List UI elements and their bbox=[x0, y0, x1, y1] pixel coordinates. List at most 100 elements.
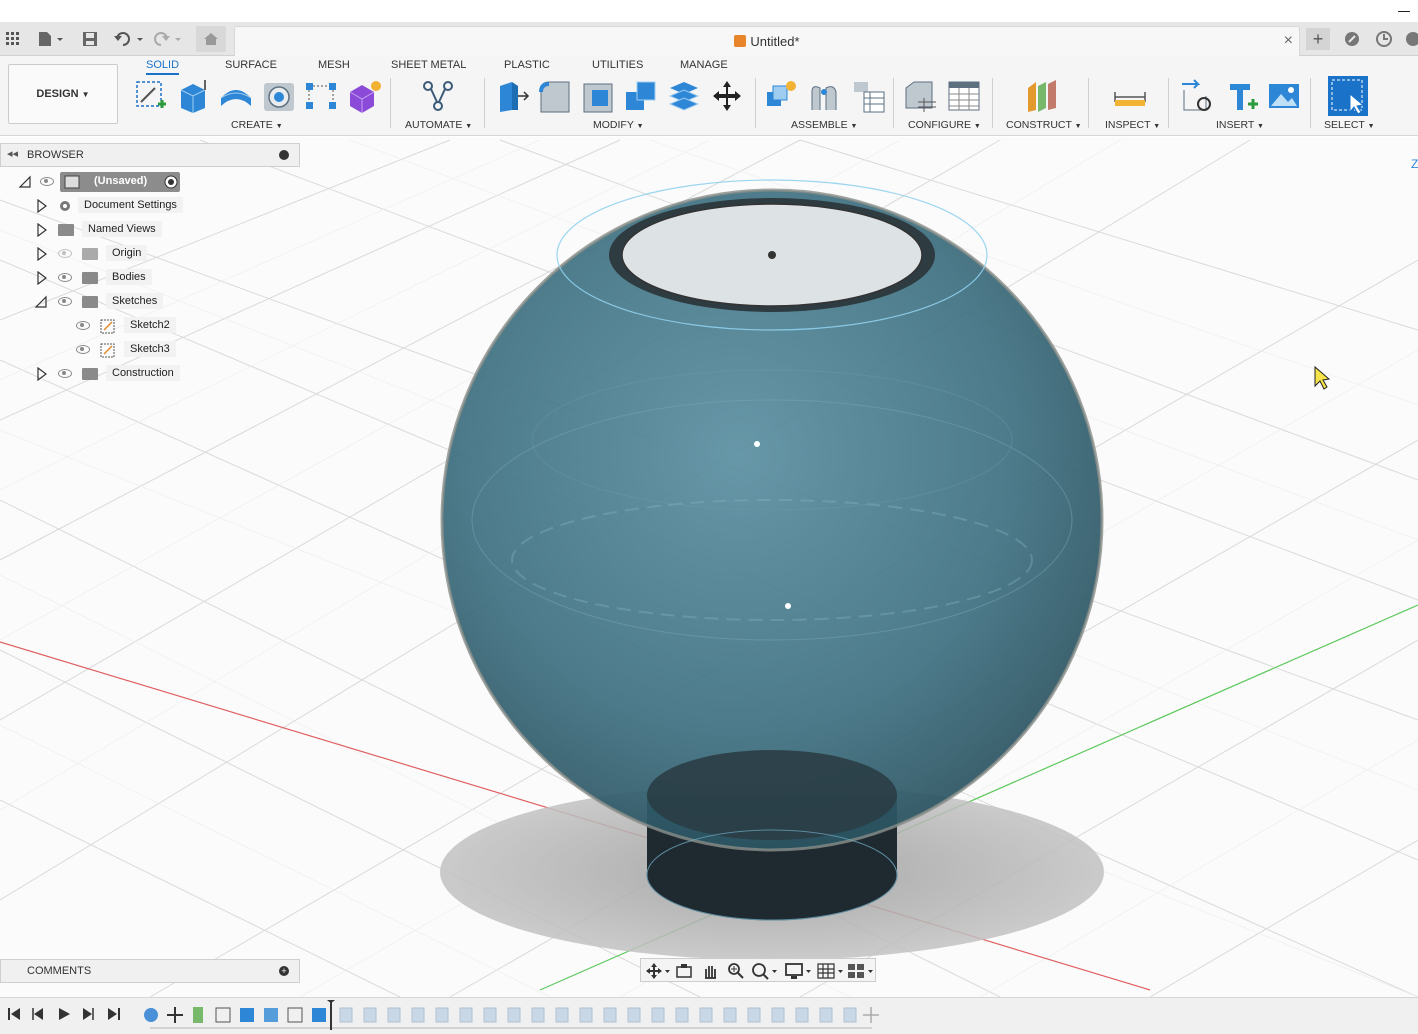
play-icon[interactable] bbox=[56, 1006, 72, 1022]
measure-icon[interactable] bbox=[1112, 78, 1148, 114]
activate-radio-icon[interactable] bbox=[164, 175, 178, 189]
browser-item-sketches[interactable]: Sketches bbox=[34, 292, 184, 312]
inspect-group-label[interactable]: INSPECT ▼ bbox=[1105, 119, 1160, 131]
notifications-icon[interactable] bbox=[1404, 28, 1418, 50]
comments-panel-header[interactable]: COMMENTS + bbox=[0, 959, 300, 983]
base-top-face[interactable] bbox=[647, 750, 897, 840]
document-tab[interactable]: Untitled* × bbox=[234, 26, 1300, 56]
assemble-group-label[interactable]: ASSEMBLE ▼ bbox=[791, 119, 857, 131]
timeline-move-feature[interactable] bbox=[167, 1007, 183, 1023]
timeline-extrude-feature[interactable] bbox=[312, 1008, 326, 1022]
modify-group-label[interactable]: MODIFY ▼ bbox=[593, 119, 644, 131]
timeline-suppressed-features[interactable] bbox=[339, 1007, 857, 1023]
orbit-icon[interactable] bbox=[645, 962, 671, 980]
tab-sheet-metal[interactable]: SHEET METAL bbox=[391, 57, 466, 75]
insert-canvas-icon[interactable] bbox=[1266, 78, 1302, 114]
center-point[interactable] bbox=[768, 251, 776, 259]
browser-item-bodies[interactable]: Bodies bbox=[36, 268, 186, 288]
new-component-icon[interactable] bbox=[763, 78, 799, 114]
last-icon[interactable] bbox=[106, 1006, 122, 1022]
file-menu-button[interactable] bbox=[36, 28, 66, 50]
pattern-icon[interactable] bbox=[303, 78, 339, 114]
configuration-rules-icon[interactable] bbox=[946, 78, 982, 114]
expand-arrow-icon[interactable] bbox=[36, 247, 48, 261]
redo-icon[interactable] bbox=[150, 28, 184, 50]
tab-manage[interactable]: MANAGE bbox=[680, 57, 728, 75]
bill-of-materials-icon[interactable] bbox=[850, 78, 886, 114]
previous-icon[interactable] bbox=[30, 1006, 46, 1022]
browser-item-construction[interactable]: Construction bbox=[36, 364, 186, 384]
create-form-icon[interactable] bbox=[346, 78, 382, 114]
expand-triangle-icon[interactable] bbox=[34, 295, 48, 309]
tab-plastic[interactable]: PLASTIC bbox=[504, 57, 550, 75]
add-comment-icon[interactable]: + bbox=[279, 966, 289, 976]
create-sketch-icon[interactable] bbox=[133, 78, 169, 114]
viewcube-icon[interactable]: Z bbox=[1411, 157, 1418, 171]
hole-icon[interactable] bbox=[261, 78, 297, 114]
timeline-marker[interactable] bbox=[326, 1000, 336, 1030]
expand-triangle-icon[interactable] bbox=[18, 175, 32, 189]
visibility-eye-icon[interactable] bbox=[58, 297, 72, 306]
tab-utilities[interactable]: UTILITIES bbox=[592, 57, 643, 75]
home-icon[interactable] bbox=[196, 26, 226, 52]
browser-root-item[interactable]: (Unsaved) bbox=[18, 172, 180, 192]
browser-item-sketch2[interactable]: Sketch2 bbox=[76, 316, 186, 336]
visibility-eye-icon[interactable] bbox=[40, 177, 54, 186]
tab-surface[interactable]: SURFACE bbox=[225, 57, 277, 75]
visibility-eye-icon[interactable] bbox=[76, 321, 90, 330]
visibility-eye-icon[interactable] bbox=[76, 345, 90, 354]
hidden-eye-icon[interactable] bbox=[58, 249, 72, 258]
visibility-eye-icon[interactable] bbox=[58, 369, 72, 378]
joint-icon[interactable] bbox=[806, 78, 842, 114]
tab-solid[interactable]: SOLID bbox=[146, 57, 180, 75]
browser-item-named-views[interactable]: Named Views bbox=[36, 220, 186, 240]
workspace-switcher-button[interactable]: DESIGN ▼ bbox=[8, 64, 118, 124]
viewport-scene[interactable]: Z bbox=[0, 137, 1418, 997]
pan-icon[interactable] bbox=[701, 962, 719, 980]
minimize-button[interactable] bbox=[1398, 2, 1410, 12]
expand-arrow-icon[interactable] bbox=[36, 199, 48, 213]
automate-group-label[interactable]: AUTOMATE ▼ bbox=[405, 119, 472, 131]
viewports-icon[interactable] bbox=[847, 962, 875, 980]
automate-icon[interactable] bbox=[420, 78, 456, 114]
close-tab-icon[interactable]: × bbox=[1284, 32, 1293, 50]
timeline-sketch-feature[interactable] bbox=[215, 1007, 231, 1023]
timeline-features[interactable] bbox=[140, 1000, 880, 1034]
create-group-label[interactable]: CREATE ▼ bbox=[231, 119, 283, 131]
select-icon[interactable] bbox=[1328, 76, 1368, 116]
center-point[interactable] bbox=[754, 441, 760, 447]
move-copy-icon[interactable] bbox=[709, 78, 745, 114]
timeline-extrude-feature[interactable] bbox=[240, 1008, 254, 1022]
fillet-icon[interactable] bbox=[537, 78, 573, 114]
tab-mesh[interactable]: MESH bbox=[318, 57, 350, 75]
expand-arrow-icon[interactable] bbox=[36, 271, 48, 285]
revolve-icon[interactable] bbox=[218, 78, 254, 114]
browser-item-origin[interactable]: Origin bbox=[36, 244, 186, 264]
browser-item-document-settings[interactable]: Document Settings bbox=[36, 196, 186, 216]
grid-settings-icon[interactable] bbox=[817, 962, 845, 980]
undo-icon[interactable] bbox=[112, 28, 146, 50]
look-at-icon[interactable] bbox=[675, 962, 693, 980]
fit-icon[interactable] bbox=[751, 962, 779, 980]
combine-icon[interactable] bbox=[623, 78, 659, 114]
browser-item-sketch3[interactable]: Sketch3 bbox=[76, 340, 186, 360]
display-settings-icon[interactable] bbox=[785, 962, 813, 980]
new-tab-icon[interactable]: + bbox=[1306, 28, 1330, 50]
browser-panel-header[interactable]: ◂◂ BROWSER bbox=[0, 143, 300, 167]
timeline-sphere-feature[interactable] bbox=[144, 1008, 158, 1022]
job-status-icon[interactable] bbox=[1372, 28, 1396, 50]
press-pull-icon[interactable] bbox=[494, 78, 530, 114]
3d-viewport[interactable]: Z bbox=[0, 137, 1418, 997]
collapse-panel-icon[interactable]: ◂◂ bbox=[7, 147, 18, 160]
timeline-sketch-feature[interactable] bbox=[287, 1007, 303, 1023]
extrude-icon[interactable] bbox=[175, 78, 211, 114]
insert-group-label[interactable]: INSERT ▼ bbox=[1216, 119, 1264, 131]
timeline-shell-feature[interactable] bbox=[264, 1008, 278, 1022]
next-icon[interactable] bbox=[80, 1006, 96, 1022]
browser-minimize-icon[interactable] bbox=[279, 150, 289, 160]
center-point[interactable] bbox=[785, 603, 791, 609]
visibility-eye-icon[interactable] bbox=[58, 273, 72, 282]
construct-group-label[interactable]: CONSTRUCT ▼ bbox=[1006, 119, 1082, 131]
first-icon[interactable] bbox=[6, 1006, 22, 1022]
expand-arrow-icon[interactable] bbox=[36, 223, 48, 237]
